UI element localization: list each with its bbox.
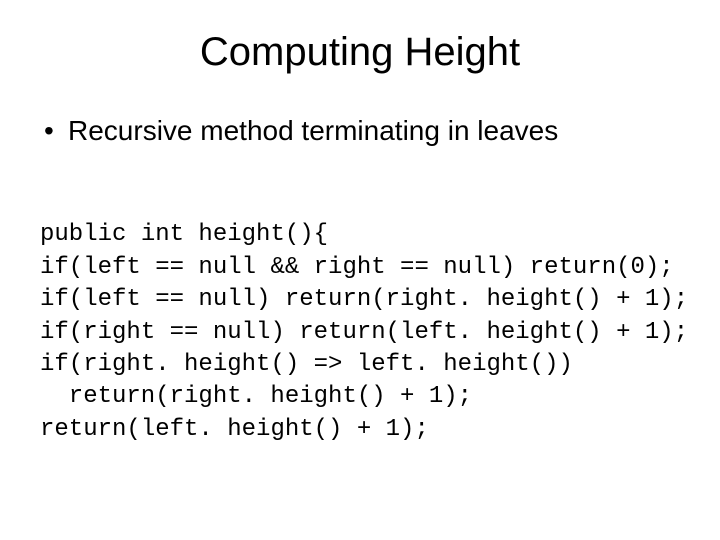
slide-title: Computing Height — [40, 30, 680, 75]
code-line: return(right. height() + 1); — [40, 383, 472, 410]
code-block: public int height(){ if(left == null && … — [40, 187, 680, 479]
bullet-item: Recursive method terminating in leaves — [40, 115, 680, 147]
code-line: if(left == null && right == null) return… — [40, 254, 674, 281]
code-line: if(right. height() => left. height()) — [40, 351, 573, 378]
code-line: return(left. height() + 1); — [40, 416, 429, 443]
code-line: public int height(){ — [40, 221, 328, 248]
code-line: if(right == null) return(left. height() … — [40, 319, 688, 346]
slide: Computing Height Recursive method termin… — [0, 0, 720, 540]
code-line: if(left == null) return(right. height() … — [40, 286, 688, 313]
